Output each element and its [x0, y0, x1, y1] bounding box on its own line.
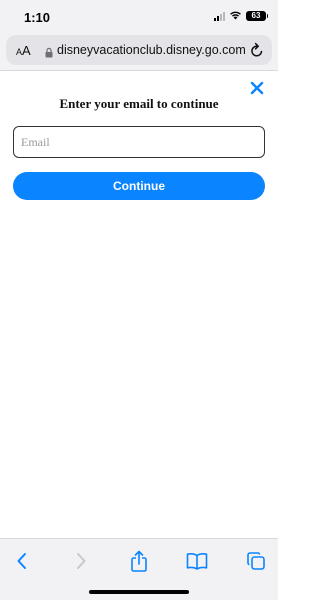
battery-icon: 63	[246, 11, 268, 21]
continue-button[interactable]: Continue	[13, 172, 265, 200]
text-size-label-large: A	[22, 43, 31, 58]
signal-icon	[214, 11, 225, 21]
phone-screen: 1:10 63 AA disneyvacationclub.disney.go.…	[0, 0, 278, 600]
reload-icon[interactable]	[250, 42, 264, 63]
home-indicator[interactable]	[89, 590, 189, 594]
url-text[interactable]: disneyvacationclub.disney.go.com	[57, 43, 246, 57]
address-bar[interactable]: AA disneyvacationclub.disney.go.com	[6, 35, 272, 65]
text-size-button[interactable]: AA	[16, 43, 31, 58]
tabs-icon[interactable]	[244, 549, 268, 573]
wifi-icon	[229, 7, 242, 25]
lock-icon	[45, 45, 53, 63]
close-icon[interactable]	[250, 81, 264, 95]
status-bar: 1:10 63	[0, 0, 278, 30]
bookmarks-icon[interactable]	[185, 549, 209, 573]
share-icon[interactable]	[127, 549, 151, 573]
email-field[interactable]	[13, 126, 265, 158]
page-title: Enter your email to continue	[59, 96, 219, 111]
forward-icon[interactable]	[69, 549, 93, 573]
browser-address-area: AA disneyvacationclub.disney.go.com	[0, 30, 278, 71]
status-time: 1:10	[24, 10, 51, 25]
status-icons: 63	[214, 7, 268, 25]
back-icon[interactable]	[10, 549, 34, 573]
